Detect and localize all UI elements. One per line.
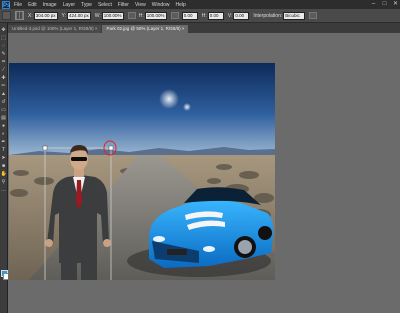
clone-stamp-icon[interactable]: ▲ [1,91,7,97]
menu-image[interactable]: Image [43,2,57,8]
menu-help[interactable]: Help [176,2,186,8]
lens-flare [159,89,179,109]
menu-type[interactable]: Type [81,2,92,8]
document-tab-bar: Untitled-3.psd @ 100% (Layer 1, RGB/8) ×… [8,23,400,33]
menu-window[interactable]: Window [152,2,170,8]
hskew-field[interactable]: 0.00 [207,11,224,20]
hskew-label: H: [201,12,207,19]
history-brush-icon[interactable]: ↺ [1,99,7,105]
h-label: H: [138,12,144,19]
healing-icon[interactable]: ✚ [1,75,7,81]
reference-point-icon[interactable] [15,11,24,20]
angle-field[interactable]: 0.00 [181,11,198,20]
x-field[interactable]: 304.00 px [33,11,58,20]
transform-tool-icon[interactable] [2,11,11,20]
transform-handle[interactable] [108,145,114,151]
hand-icon[interactable]: ✋ [1,171,7,177]
w-label: W: [94,12,101,19]
interpolation-select[interactable]: Bicubic [283,11,306,20]
tools-panel: ✥ ⬚ ◌ ✎ ⌗ ⁄ ✚ ✏ ▲ ↺ ▭ ▤ ● ◐ ✒ T ➤ ■ ✋ ⚲ … [0,23,10,313]
gradient-icon[interactable]: ▤ [1,115,7,121]
path-select-icon[interactable]: ➤ [1,155,7,161]
lens-flare-small [183,103,191,111]
move-icon[interactable]: ✥ [1,27,7,33]
link-icon[interactable] [127,12,136,19]
menu-view[interactable]: View [135,2,146,8]
y-label: Y: [61,12,66,19]
menu-filter[interactable]: Filter [118,2,129,8]
brush-icon[interactable]: ✏ [1,83,7,89]
edit-toolbar-icon[interactable]: … [1,187,7,193]
tab-untitled-3[interactable]: Untitled-3.psd @ 100% (Layer 1, RGB/8) × [8,25,102,33]
transform-handle[interactable] [42,145,48,151]
pen-icon[interactable]: ✒ [1,139,7,145]
eyedropper-icon[interactable]: ⁄ [1,67,7,73]
crop-icon[interactable]: ⌗ [1,59,7,65]
interpolation-label: Interpolation: [253,12,283,19]
menu-select[interactable]: Select [98,2,112,8]
warp-icon[interactable] [309,12,318,19]
rotate-icon [170,12,179,19]
h-field[interactable]: 100.00% [144,11,167,20]
marquee-icon[interactable]: ⬚ [1,35,7,41]
minimize-button[interactable]: – [369,1,378,8]
sky [9,63,275,155]
quick-select-icon[interactable]: ✎ [1,51,7,57]
type-icon[interactable]: T [1,147,7,153]
w-field[interactable]: 100.00% [101,11,124,20]
blur-icon[interactable]: ● [1,123,7,129]
tab-park-02[interactable]: Park 02.jpg @ 50% (Layer 1, RGB/8) × [102,25,189,33]
photoshop-logo: Ps [2,0,11,9]
close-button[interactable]: ✕ [391,1,400,8]
menu-file[interactable]: File [14,2,22,8]
eraser-icon[interactable]: ▭ [1,107,7,113]
maximize-button[interactable]: □ [380,1,389,8]
vskew-label: V: [227,12,233,19]
menu-bar: Ps File Edit Image Layer Type Select Fil… [0,0,400,9]
menu-layer[interactable]: Layer [63,2,76,8]
x-label: X: [28,12,33,19]
zoom-icon[interactable]: ⚲ [1,179,7,185]
window-controls: – □ ✕ [367,1,400,8]
dodge-icon[interactable]: ◐ [1,131,7,137]
scene-image [9,63,275,280]
lasso-icon[interactable]: ◌ [1,43,7,49]
y-field[interactable]: 424.00 px [66,11,91,20]
options-bar: X: 304.00 px Y: 424.00 px W: 100.00% H: 100.… [0,9,400,23]
document-canvas[interactable] [9,63,275,280]
vskew-field[interactable]: 0.00 [233,11,250,20]
shape-icon[interactable]: ■ [1,163,7,169]
menu-edit[interactable]: Edit [28,2,37,8]
